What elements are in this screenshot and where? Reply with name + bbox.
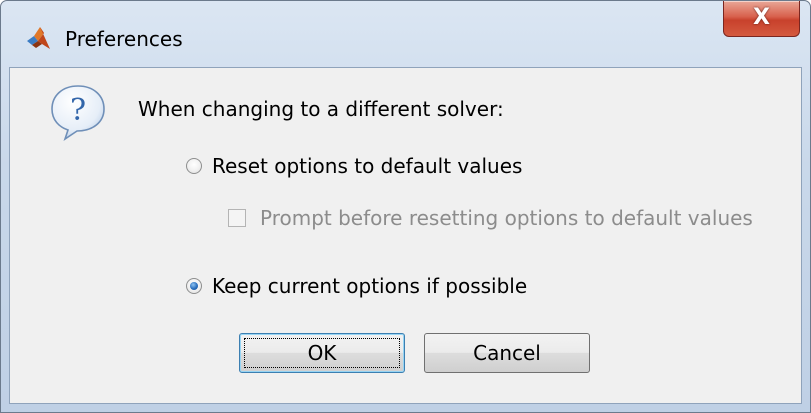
window-title: Preferences [65, 27, 183, 51]
reset-radio[interactable] [186, 158, 202, 174]
svg-text:?: ? [70, 93, 86, 128]
keep-radio[interactable] [186, 278, 202, 294]
close-icon: X [753, 5, 770, 30]
preferences-window: Preferences X ? When changing to a diffe… [0, 0, 811, 413]
cancel-button[interactable]: Cancel [424, 333, 590, 373]
keep-label[interactable]: Keep current options if possible [212, 273, 527, 299]
dialog-body: ? When changing to a different solver: R… [9, 67, 802, 404]
title-bar[interactable]: Preferences X [1, 1, 810, 67]
prompt-label[interactable]: Prompt before resetting options to defau… [260, 205, 753, 231]
matlab-logo-icon [27, 27, 50, 49]
reset-label[interactable]: Reset options to default values [212, 153, 522, 179]
radio-selected-dot [190, 282, 198, 290]
ok-button-label: OK [307, 341, 337, 365]
ok-button[interactable]: OK [239, 333, 405, 373]
dialog-heading: When changing to a different solver: [138, 97, 504, 121]
close-button[interactable]: X [723, 1, 800, 37]
cancel-button-label: Cancel [473, 341, 541, 365]
prompt-checkbox[interactable] [228, 209, 246, 227]
question-icon: ? [51, 85, 105, 141]
